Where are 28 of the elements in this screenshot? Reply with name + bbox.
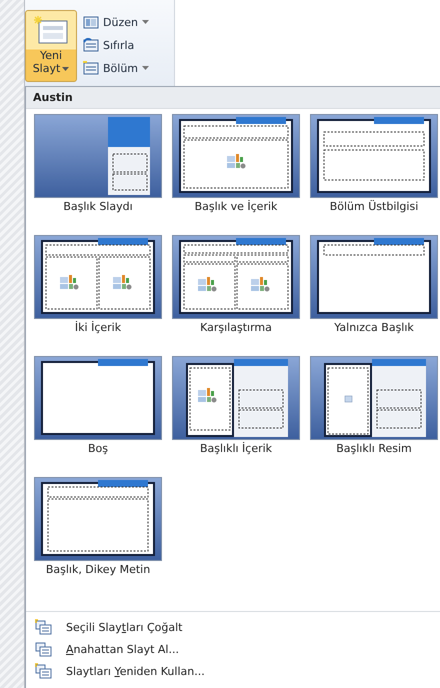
layout-option[interactable]: Boş bbox=[34, 355, 162, 456]
reset-icon bbox=[83, 38, 99, 52]
menu-item[interactable]: Slaytları Yeniden Kullan... bbox=[26, 660, 440, 682]
layout-option[interactable]: İki İçerik bbox=[34, 234, 162, 335]
layout-option[interactable]: Bölüm Üstbilgisi bbox=[310, 113, 438, 214]
layout-option[interactable]: Başlık, Dikey Metin bbox=[34, 476, 162, 577]
theme-header: Austin bbox=[26, 87, 440, 109]
slide-icon bbox=[33, 15, 69, 45]
menu-item[interactable]: Anahattan Slayt Al... bbox=[26, 638, 440, 660]
layout-option[interactable]: Başlık Slaydı bbox=[34, 113, 162, 214]
caret-icon bbox=[142, 66, 150, 70]
ribbon-button[interactable]: Bölüm bbox=[81, 58, 152, 78]
layout-option[interactable]: Başlık ve İçerik bbox=[172, 113, 300, 214]
menu-item[interactable]: Seçili Slaytları Çoğalt bbox=[26, 616, 440, 638]
ribbon-button[interactable]: Düzen bbox=[81, 12, 152, 32]
layout-icon bbox=[83, 15, 99, 29]
layout-option[interactable]: Başlıklı İçerik bbox=[172, 355, 300, 456]
caret-icon bbox=[62, 66, 70, 70]
layout-option[interactable]: Karşılaştırma bbox=[172, 234, 300, 335]
slides-icon bbox=[34, 663, 52, 679]
new-slide-button[interactable]: Yeni Slayt bbox=[25, 10, 77, 82]
caret-icon bbox=[142, 20, 149, 24]
section-icon bbox=[83, 61, 99, 75]
ribbon-button[interactable]: Sıfırla bbox=[81, 35, 152, 55]
slides-icon bbox=[34, 619, 52, 635]
layout-option[interactable]: Başlıklı Resim bbox=[310, 355, 438, 456]
outline-slides-icon bbox=[34, 641, 52, 657]
layout-option[interactable]: Yalnızca Başlık bbox=[310, 234, 438, 335]
